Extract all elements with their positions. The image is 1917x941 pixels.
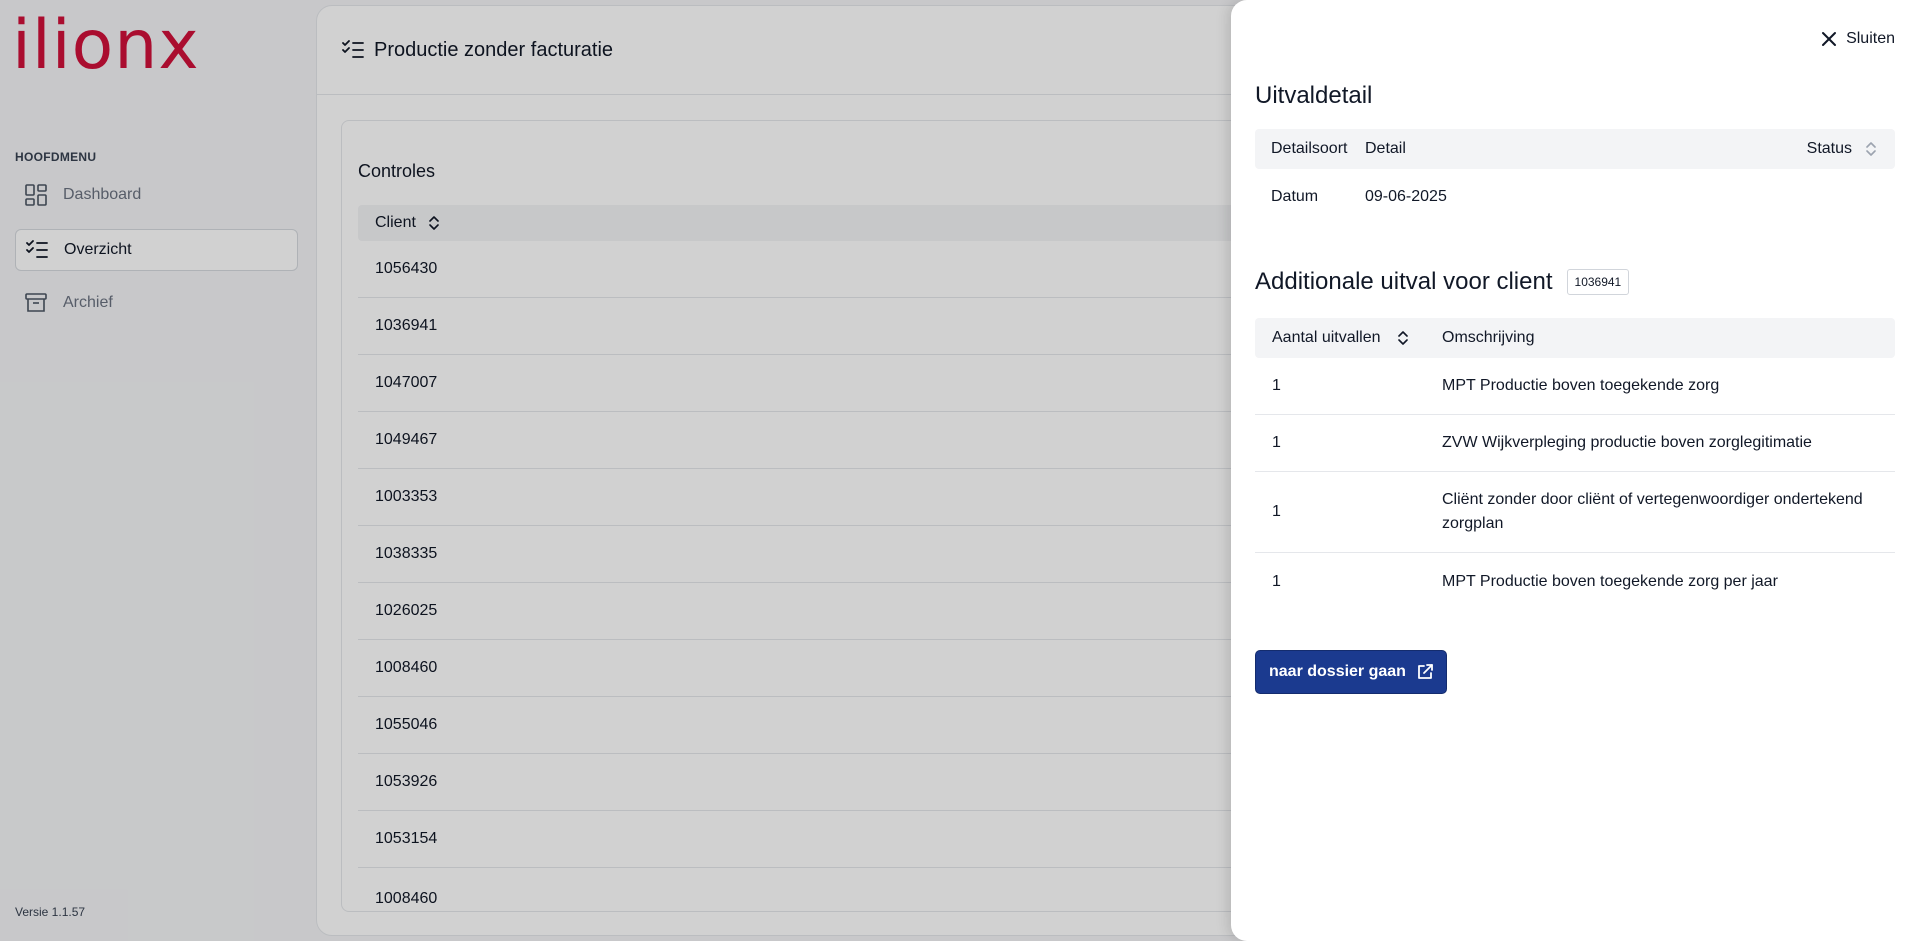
- client-badge: 1036941: [1566, 269, 1630, 295]
- description-cell: ZVW Wijkverpleging productie boven zorgl…: [1442, 434, 1812, 451]
- sort-icon[interactable]: [1397, 331, 1409, 345]
- close-icon: [1821, 31, 1837, 47]
- table-row: 1 Cliënt zonder door cliënt of vertegenw…: [1255, 472, 1895, 553]
- additional-table-header: Aantal uitvallen Omschrijving: [1255, 318, 1895, 358]
- detail-table: Detailsoort Detail Status Datum 09-06-20…: [1255, 129, 1895, 225]
- column-detailsoort: Detailsoort: [1271, 140, 1348, 157]
- table-row: Datum 09-06-2025: [1255, 169, 1895, 225]
- close-button[interactable]: Sluiten: [1821, 30, 1895, 48]
- external-link-icon: [1416, 663, 1434, 681]
- detail-value: 09-06-2025: [1365, 188, 1447, 205]
- count-cell: 1: [1272, 503, 1281, 520]
- column-status[interactable]: Status: [1807, 140, 1895, 158]
- table-row: 1 ZVW Wijkverpleging productie boven zor…: [1255, 415, 1895, 472]
- drawer-title: Uitvaldetail: [1255, 82, 1373, 109]
- count-cell: 1: [1272, 377, 1281, 394]
- detail-table-header: Detailsoort Detail Status: [1255, 129, 1895, 169]
- column-omschrijving: Omschrijving: [1442, 329, 1535, 346]
- additional-table: Aantal uitvallen Omschrijving 1 MPT Prod…: [1255, 318, 1895, 610]
- close-label: Sluiten: [1846, 30, 1895, 47]
- additional-heading: Additionale uitval voor client 1036941: [1255, 268, 1630, 296]
- open-dossier-button[interactable]: naar dossier gaan: [1255, 650, 1447, 694]
- additional-title: Additionale uitval voor client: [1255, 268, 1553, 295]
- column-detail: Detail: [1365, 140, 1406, 157]
- dossier-button-label: naar dossier gaan: [1269, 663, 1406, 680]
- detail-drawer: Sluiten Uitvaldetail Detailsoort Detail …: [1231, 0, 1917, 941]
- detail-soort: Datum: [1271, 188, 1319, 205]
- table-row: 1 MPT Productie boven toegekende zorg: [1255, 358, 1895, 415]
- column-aantal[interactable]: Aantal uitvallen: [1255, 329, 1442, 347]
- count-cell: 1: [1272, 572, 1281, 590]
- description-cell: Cliënt zonder door cliënt of vertegenwoo…: [1442, 491, 1863, 532]
- sort-icon[interactable]: [1865, 142, 1877, 156]
- table-row: 1 MPT Productie boven toegekende zorg pe…: [1255, 553, 1895, 610]
- description-cell: MPT Productie boven toegekende zorg per …: [1442, 572, 1778, 590]
- description-cell: MPT Productie boven toegekende zorg: [1442, 377, 1720, 394]
- count-cell: 1: [1272, 434, 1281, 451]
